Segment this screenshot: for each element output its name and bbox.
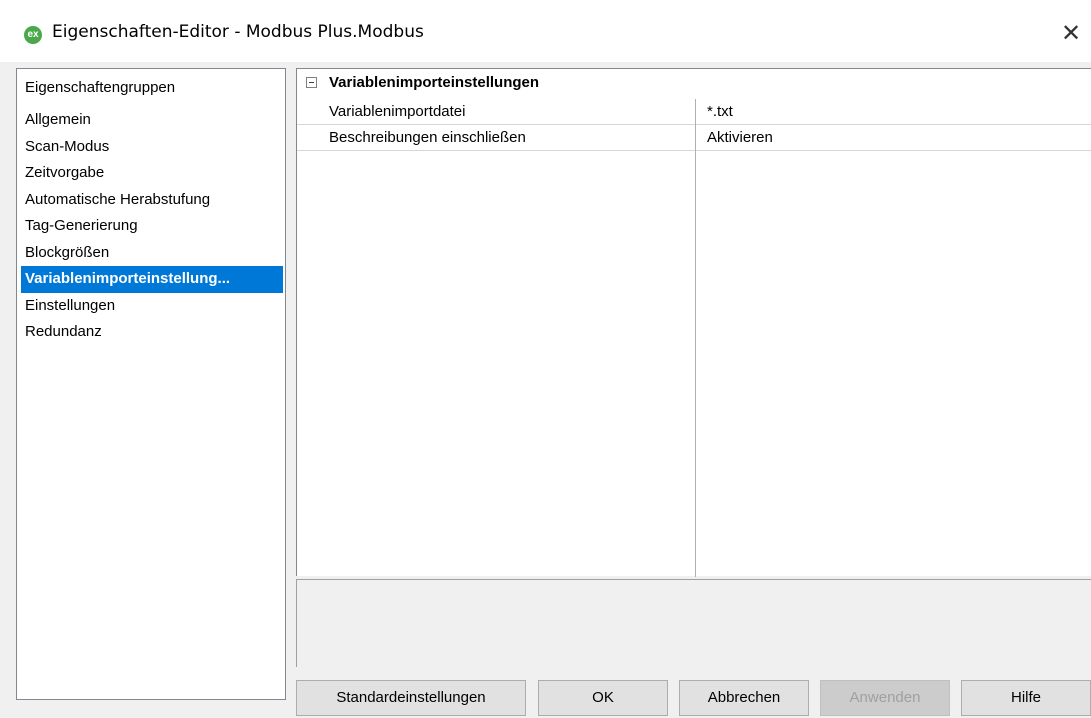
collapse-icon[interactable] (306, 77, 317, 88)
property-groups-header: Eigenschaftengruppen (25, 79, 176, 96)
group-item-timing[interactable]: Zeitvorgabe (17, 160, 285, 187)
title-bar: ex Eigenschaften-Editor - Modbus Plus.Mo… (0, 0, 1091, 62)
property-name: Beschreibungen einschließen (329, 129, 526, 146)
property-row-include-descriptions[interactable]: Beschreibungen einschließen Aktivieren (297, 125, 1091, 151)
group-item-general[interactable]: Allgemein (17, 107, 285, 134)
column-splitter[interactable] (695, 99, 696, 577)
property-value[interactable]: Aktivieren (707, 129, 773, 146)
apply-button[interactable]: Anwenden (820, 680, 950, 716)
category-row: Variablenimporteinstellungen (297, 69, 1091, 99)
property-grid: Variablenimporteinstellungen Variablenim… (296, 68, 1091, 577)
close-icon: ✕ (1060, 19, 1082, 47)
description-panel (296, 579, 1091, 667)
group-item-settings[interactable]: Einstellungen (17, 293, 285, 320)
close-button[interactable]: ✕ (1052, 14, 1090, 52)
property-name: Variablenimportdatei (329, 103, 466, 120)
property-value[interactable]: *.txt (707, 103, 733, 120)
property-groups-panel: Eigenschaftengruppen Allgemein Scan-Modu… (16, 68, 286, 700)
ok-button[interactable]: OK (538, 680, 668, 716)
window-title: Eigenschaften-Editor - Modbus Plus.Modbu… (52, 22, 424, 42)
category-label: Variablenimporteinstellungen (329, 74, 540, 91)
help-button[interactable]: Hilfe (961, 680, 1091, 716)
group-item-variable-import-settings[interactable]: Variablenimporteinstellung... (21, 266, 283, 293)
property-row-import-file[interactable]: Variablenimportdatei *.txt (297, 99, 1091, 125)
group-item-block-sizes[interactable]: Blockgrößen (17, 240, 285, 267)
defaults-button[interactable]: Standardeinstellungen (296, 680, 526, 716)
group-item-scan-mode[interactable]: Scan-Modus (17, 134, 285, 161)
cancel-button[interactable]: Abbrechen (679, 680, 809, 716)
group-item-redundancy[interactable]: Redundanz (17, 319, 285, 346)
property-groups-list: Allgemein Scan-Modus Zeitvorgabe Automat… (17, 107, 285, 346)
group-item-auto-demotion[interactable]: Automatische Herabstufung (17, 187, 285, 214)
properties-editor-window: ex Eigenschaften-Editor - Modbus Plus.Mo… (0, 0, 1091, 718)
group-item-tag-generation[interactable]: Tag-Generierung (17, 213, 285, 240)
app-icon: ex (24, 26, 42, 44)
